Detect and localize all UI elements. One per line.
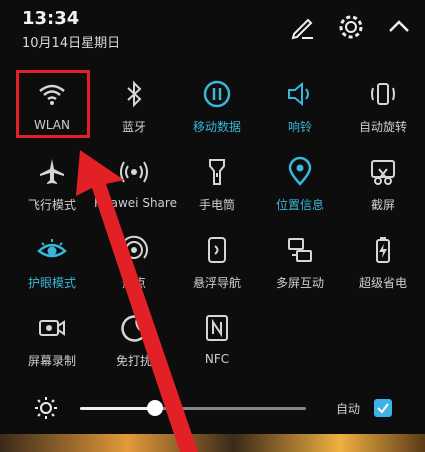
tile-label: 多屏互动 bbox=[275, 276, 324, 290]
gear-icon[interactable] bbox=[336, 12, 366, 42]
red-arrow-annotation bbox=[76, 150, 198, 452]
tile-label: 自动旋转 bbox=[358, 120, 407, 134]
tile-eye[interactable]: 护眼模式 bbox=[12, 228, 92, 298]
tile-bluetooth[interactable]: 蓝牙 bbox=[94, 72, 174, 142]
chevron-up-icon[interactable] bbox=[384, 12, 414, 42]
brightness-fill bbox=[80, 407, 155, 410]
wlan-highlight-box bbox=[16, 70, 90, 138]
tile-screenshot[interactable]: 截屏 bbox=[343, 150, 423, 220]
tile-label: 截屏 bbox=[370, 198, 395, 212]
status-time: 13:34 bbox=[22, 8, 80, 29]
brightness-icon bbox=[34, 396, 58, 420]
tile-label: 飞行模式 bbox=[27, 198, 76, 212]
tile-label: NFC bbox=[204, 352, 230, 366]
tile-moon[interactable]: 免打扰 bbox=[94, 306, 174, 376]
moon-icon bbox=[118, 312, 150, 344]
tile-label: 位置信息 bbox=[275, 198, 324, 212]
bluetooth-icon bbox=[118, 78, 150, 110]
eye-icon bbox=[36, 234, 68, 266]
tile-hotspot[interactable]: 热点 bbox=[94, 228, 174, 298]
nfc-icon bbox=[201, 312, 233, 344]
tile-label: 护眼模式 bbox=[27, 276, 76, 290]
tile-mobile-data[interactable]: 移动数据 bbox=[177, 72, 257, 142]
screenshot-icon bbox=[367, 156, 399, 188]
auto-rotate-icon bbox=[367, 78, 399, 110]
tile-huawei-share[interactable]: Huawei Share bbox=[94, 150, 177, 220]
tile-label: 屏幕录制 bbox=[27, 354, 76, 368]
tile-label: 超级省电 bbox=[358, 276, 407, 290]
flashlight-icon bbox=[201, 156, 233, 188]
brightness-thumb[interactable] bbox=[146, 400, 163, 416]
tile-label: 悬浮导航 bbox=[192, 276, 241, 290]
status-date: 10月14日星期日 bbox=[22, 36, 121, 51]
background-wallpaper-strip bbox=[0, 434, 425, 452]
tile-label: 响铃 bbox=[287, 120, 312, 134]
tile-label: 手电筒 bbox=[198, 198, 235, 212]
multi-screen-icon bbox=[284, 234, 316, 266]
floating-nav-icon bbox=[201, 234, 233, 266]
tile-nfc[interactable]: NFC bbox=[177, 306, 257, 376]
edit-icon[interactable] bbox=[288, 12, 318, 42]
airplane-icon bbox=[36, 156, 68, 188]
tile-screen-record[interactable]: 屏幕录制 bbox=[12, 306, 92, 376]
speaker-icon bbox=[284, 78, 316, 110]
brightness-slider[interactable] bbox=[80, 400, 306, 416]
tile-auto-rotate[interactable]: 自动旋转 bbox=[343, 72, 423, 142]
tile-location[interactable]: 位置信息 bbox=[260, 150, 340, 220]
brightness-bar: 自动 bbox=[0, 390, 425, 430]
mobile-data-icon bbox=[201, 78, 233, 110]
auto-brightness-checkbox[interactable] bbox=[374, 399, 392, 417]
tile-multi-screen[interactable]: 多屏互动 bbox=[260, 228, 340, 298]
huawei-share-icon bbox=[118, 156, 150, 188]
auto-brightness-label: 自动 bbox=[336, 402, 361, 416]
tile-label: 移动数据 bbox=[192, 120, 241, 134]
tile-label: 蓝牙 bbox=[121, 120, 146, 134]
battery-saver-icon bbox=[367, 234, 399, 266]
location-icon bbox=[284, 156, 316, 188]
tile-label: 免打扰 bbox=[115, 354, 152, 368]
tile-flashlight[interactable]: 手电筒 bbox=[177, 150, 257, 220]
tile-battery-saver[interactable]: 超级省电 bbox=[343, 228, 423, 298]
screen-record-icon bbox=[36, 312, 68, 344]
tile-airplane[interactable]: 飞行模式 bbox=[12, 150, 92, 220]
tile-label: Huawei Share bbox=[94, 196, 177, 210]
tile-floating-nav[interactable]: 悬浮导航 bbox=[177, 228, 257, 298]
hotspot-icon bbox=[118, 234, 150, 266]
tile-label: 热点 bbox=[121, 276, 146, 290]
tile-speaker[interactable]: 响铃 bbox=[260, 72, 340, 142]
